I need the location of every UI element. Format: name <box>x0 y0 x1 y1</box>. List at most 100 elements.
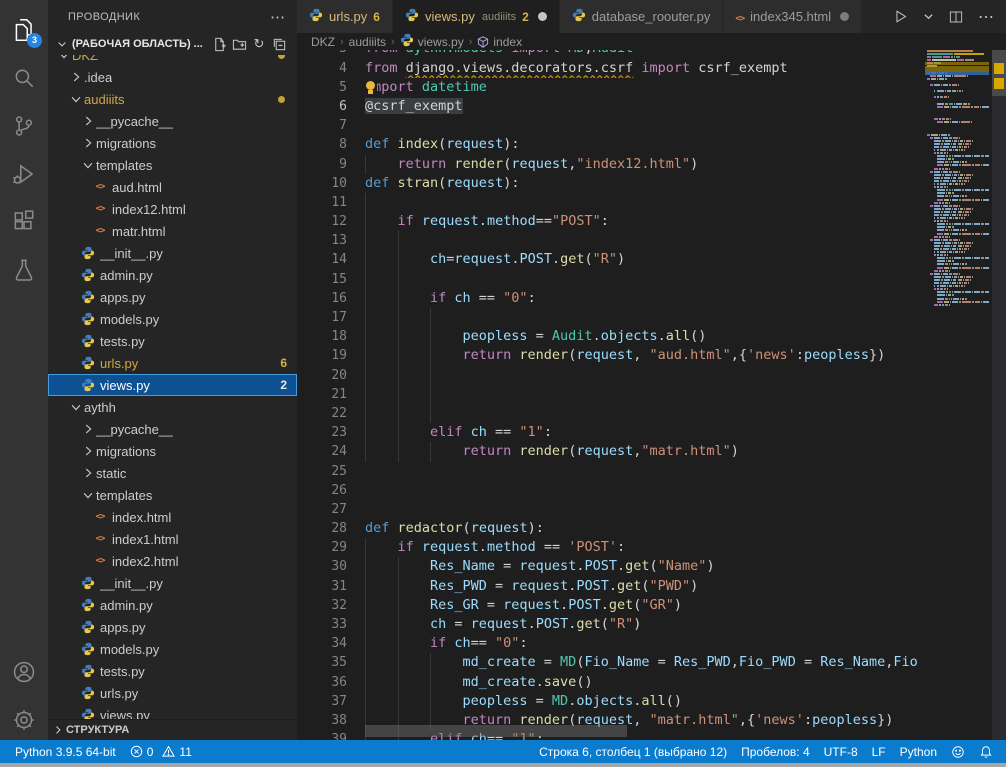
dirty-dot[interactable] <box>840 12 849 21</box>
code-line[interactable]: 35md_create = MD(Fio_Name = Res_PWD,Fio_… <box>297 653 1006 672</box>
outline-section-header[interactable]: СТРУКТУРА <box>48 719 297 740</box>
tree-item-matr-html[interactable]: <>matr.html <box>48 220 297 242</box>
code-line[interactable]: 25 <box>297 462 1006 481</box>
code-line[interactable]: 16if ch == "0": <box>297 289 1006 308</box>
code-line[interactable]: 12if request.method=="POST": <box>297 212 1006 231</box>
cursor-position-item[interactable]: Строка 6, столбец 1 (выбрано 12) <box>532 745 734 759</box>
code-line[interactable]: 5import datetime <box>297 78 1006 97</box>
minimap[interactable] <box>925 50 989 740</box>
code-line[interactable]: 29if request.method == 'POST': <box>297 538 1006 557</box>
collapse-all-icon[interactable] <box>269 34 289 54</box>
encoding-item[interactable]: UTF-8 <box>817 745 865 759</box>
breadcrumb-item[interactable]: index <box>477 35 522 49</box>
breadcrumb-item[interactable]: DKZ <box>311 35 335 49</box>
tree-item-index-html[interactable]: <>index.html <box>48 506 297 528</box>
tab-database-roouter-py[interactable]: database_roouter.py <box>560 0 724 33</box>
code-line[interactable]: 14ch=request.POST.get("R") <box>297 250 1006 269</box>
code-line[interactable]: 32Res_GR = request.POST.get("GR") <box>297 596 1006 615</box>
tree-item-admin-py[interactable]: admin.py <box>48 264 297 286</box>
tree-item--pycache-[interactable]: __pycache__ <box>48 110 297 132</box>
tree-item--idea[interactable]: .idea <box>48 66 297 88</box>
code-line[interactable]: 34if ch== "0": <box>297 634 1006 653</box>
code-line[interactable]: 24return render(request,"matr.html") <box>297 442 1006 461</box>
code-line[interactable]: 15 <box>297 270 1006 289</box>
tree-item-tests-py[interactable]: tests.py <box>48 660 297 682</box>
tree-item--init-py[interactable]: __init__.py <box>48 242 297 264</box>
code-line[interactable]: 10def stran(request): <box>297 174 1006 193</box>
code-line[interactable]: 7 <box>297 116 1006 135</box>
breadcrumb-item[interactable]: audiiits <box>349 35 386 49</box>
code-line[interactable]: 37peopless = MD.objects.all() <box>297 692 1006 711</box>
tree-item-index12-html[interactable]: <>index12.html <box>48 198 297 220</box>
run-dropdown-icon[interactable] <box>923 11 934 22</box>
tab-index345-html[interactable]: <>index345.html <box>723 0 862 33</box>
tab-urls-py[interactable]: urls.py6 <box>297 0 393 33</box>
new-folder-icon[interactable] <box>229 34 249 54</box>
code-line[interactable]: 33ch = request.POST.get("R") <box>297 615 1006 634</box>
tree-item-aud-html[interactable]: <>aud.html <box>48 176 297 198</box>
code-line[interactable]: 31Res_PWD = request.POST.get("PWD") <box>297 577 1006 596</box>
tree-item-urls-py[interactable]: urls.py <box>48 682 297 704</box>
tree-item-audiiits[interactable]: audiiits <box>48 88 297 110</box>
language-mode-item[interactable]: Python <box>893 745 944 759</box>
code-line[interactable]: 26 <box>297 481 1006 500</box>
tree-item-index2-html[interactable]: <>index2.html <box>48 550 297 572</box>
account-icon[interactable] <box>0 648 48 696</box>
python-version-item[interactable]: Python 3.9.5 64-bit <box>8 745 123 759</box>
code-line[interactable]: 18peopless = Audit.objects.all() <box>297 327 1006 346</box>
tree-item-apps-py[interactable]: apps.py <box>48 616 297 638</box>
feedback-icon[interactable] <box>944 745 972 759</box>
search-icon[interactable] <box>0 54 48 102</box>
code-line[interactable]: 9return render(request,"index12.html") <box>297 155 1006 174</box>
code-line[interactable]: 6@csrf_exempt <box>297 97 1006 116</box>
code-line[interactable]: 23elif ch == "1": <box>297 423 1006 442</box>
tree-item-views-py[interactable]: views.py <box>48 704 297 720</box>
code-line[interactable]: 11 <box>297 193 1006 212</box>
tree-item-urls-py[interactable]: urls.py6 <box>48 352 297 374</box>
code-line[interactable]: 17 <box>297 308 1006 327</box>
code-line[interactable]: 27 <box>297 500 1006 519</box>
tree-item-templates[interactable]: templates <box>48 154 297 176</box>
more-actions-icon[interactable]: ⋯ <box>978 7 994 27</box>
problems-item[interactable]: 0 11 <box>123 745 199 759</box>
code-line[interactable]: 19return render(request, "aud.html",{'ne… <box>297 346 1006 365</box>
code-line[interactable]: 20 <box>297 366 1006 385</box>
split-editor-icon[interactable] <box>948 9 964 25</box>
tree-item--pycache-[interactable]: __pycache__ <box>48 418 297 440</box>
dirty-dot[interactable] <box>538 12 547 21</box>
tree-item-migrations[interactable]: migrations <box>48 132 297 154</box>
tree-item-models-py[interactable]: models.py <box>48 308 297 330</box>
vertical-scrollbar[interactable] <box>992 50 1006 740</box>
horizontal-scrollbar[interactable] <box>365 725 627 737</box>
code-line[interactable]: 30Res_Name = request.POST.get("Name") <box>297 557 1006 576</box>
tree-item-static[interactable]: static <box>48 462 297 484</box>
code-line[interactable]: 22 <box>297 404 1006 423</box>
code-line[interactable]: 28def redactor(request): <box>297 519 1006 538</box>
run-debug-icon[interactable] <box>0 150 48 198</box>
new-file-icon[interactable] <box>209 34 229 54</box>
notifications-bell-icon[interactable] <box>972 745 1000 759</box>
indentation-item[interactable]: Пробелов: 4 <box>734 745 817 759</box>
code-line[interactable]: 8def index(request): <box>297 135 1006 154</box>
tree-item-admin-py[interactable]: admin.py <box>48 594 297 616</box>
tree-item-apps-py[interactable]: apps.py <box>48 286 297 308</box>
tree-item-migrations[interactable]: migrations <box>48 440 297 462</box>
tree-item-index1-html[interactable]: <>index1.html <box>48 528 297 550</box>
refresh-icon[interactable]: ↻ <box>249 34 269 54</box>
settings-gear-icon[interactable] <box>0 696 48 744</box>
tree-item--init-py[interactable]: __init__.py <box>48 572 297 594</box>
tab-views-py[interactable]: views.pyaudiiits2 <box>393 0 560 33</box>
code-line[interactable]: 3from aythh.models import MD,Audit <box>297 50 1006 59</box>
code-editor[interactable]: 3from aythh.models import MD,Audit4from … <box>297 50 1006 740</box>
tree-item-DKZ[interactable]: DKZ <box>48 55 297 66</box>
run-icon[interactable] <box>892 8 909 25</box>
tree-item-views-py[interactable]: views.py2 <box>48 374 297 396</box>
breadcrumb-item[interactable]: views.py <box>400 33 464 50</box>
more-actions-icon[interactable]: ⋯ <box>270 8 285 26</box>
workspace-section-header[interactable]: (РАБОЧАЯ ОБЛАСТЬ) ... ↻ <box>48 33 297 55</box>
tree-item-templates[interactable]: templates <box>48 484 297 506</box>
testing-icon[interactable] <box>0 246 48 294</box>
code-line[interactable]: 13 <box>297 231 1006 250</box>
source-control-icon[interactable] <box>0 102 48 150</box>
code-line[interactable]: 4from django.views.decorators.csrf impor… <box>297 59 1006 78</box>
